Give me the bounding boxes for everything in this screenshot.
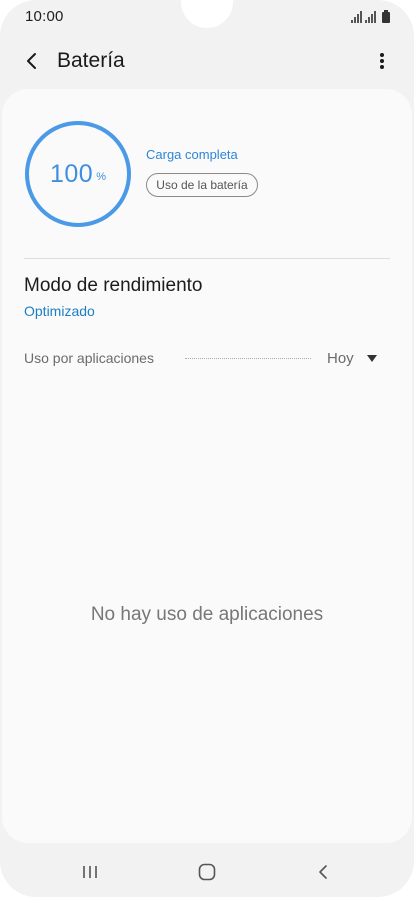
- chevron-left-icon: [27, 53, 36, 69]
- signal-icon: [351, 11, 362, 23]
- period-dropdown[interactable]: Hoy: [324, 345, 384, 371]
- battery-card: 100 % Carga completa Uso de la batería M…: [2, 89, 412, 843]
- home-icon: [198, 863, 216, 881]
- divider: [24, 258, 390, 259]
- back-button[interactable]: [14, 43, 50, 79]
- more-vertical-icon: [380, 53, 384, 69]
- page-title: Batería: [57, 49, 125, 72]
- nav-back-button[interactable]: [305, 858, 341, 886]
- recents-button[interactable]: [72, 858, 108, 886]
- phone-screen: 10:00 Batería 100 % Carga completa Uso d…: [0, 0, 414, 897]
- battery-percent-unit: %: [96, 171, 106, 183]
- period-value: Hoy: [327, 349, 354, 367]
- battery-status-icon: [382, 10, 390, 23]
- app-usage-header: Uso por aplicaciones Hoy: [2, 343, 412, 373]
- recents-icon: [83, 866, 97, 878]
- signal-icon-2: [365, 11, 376, 23]
- performance-mode-title: Modo de rendimiento: [24, 275, 203, 296]
- more-options-button[interactable]: [368, 43, 396, 79]
- back-icon: [319, 865, 327, 879]
- navigation-bar: [0, 848, 414, 897]
- app-bar: Batería: [0, 38, 414, 84]
- app-usage-label: Uso por aplicaciones: [24, 350, 154, 366]
- battery-usage-button[interactable]: Uso de la batería: [146, 173, 258, 197]
- battery-percent-value: 100: [50, 159, 94, 188]
- dotted-leader: [185, 358, 311, 359]
- empty-state-message: No hay uso de aplicaciones: [90, 604, 324, 625]
- performance-mode-item[interactable]: Modo de rendimiento Optimizado: [2, 269, 412, 325]
- status-icons: [351, 9, 390, 23]
- home-button[interactable]: [189, 858, 225, 886]
- performance-mode-value: Optimizado: [24, 303, 95, 319]
- status-time: 10:00: [25, 8, 64, 25]
- charge-status: Carga completa: [146, 147, 238, 162]
- caret-down-icon: [366, 354, 377, 362]
- battery-percent: 100 %: [23, 119, 133, 229]
- status-bar: 10:00: [0, 0, 414, 34]
